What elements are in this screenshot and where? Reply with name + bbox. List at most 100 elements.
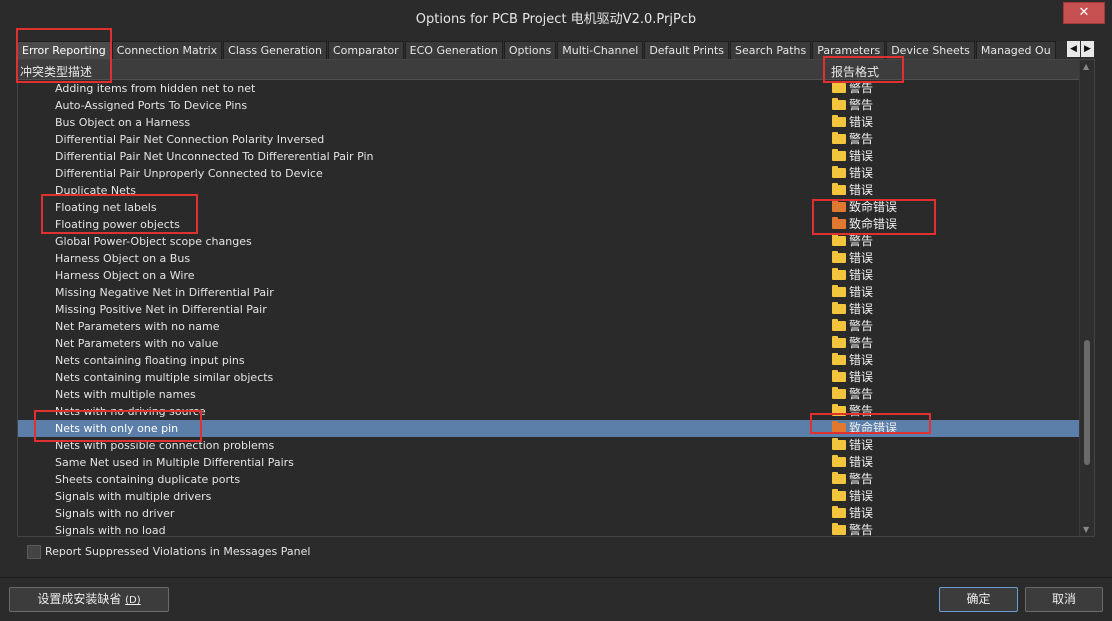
violation-name: Net Parameters with no value (55, 337, 219, 350)
table-row[interactable]: Global Power-Object scope changes 警告 (18, 233, 1080, 250)
table-row[interactable]: Missing Positive Net in Differential Pai… (18, 301, 1080, 318)
report-suppressed-checkbox[interactable] (27, 545, 41, 559)
report-mode-cell[interactable]: 错误 (832, 267, 873, 284)
report-mode-label: 警告 (849, 523, 874, 537)
folder-icon (832, 234, 846, 246)
column-header-violation-type[interactable]: 冲突类型描述 (20, 63, 92, 80)
table-row[interactable]: Signals with multiple drivers 错误 (18, 488, 1080, 505)
tab-class-generation[interactable]: Class Generation (223, 41, 327, 59)
report-mode-cell[interactable]: 错误 (832, 369, 873, 386)
report-mode-label: 警告 (849, 472, 874, 486)
scroll-down-icon[interactable]: ▼ (1083, 525, 1089, 534)
cancel-button[interactable]: 取消 (1025, 587, 1103, 612)
report-mode-cell[interactable]: 错误 (832, 284, 873, 301)
table-row[interactable]: Nets with no driving source 警告 (18, 403, 1080, 420)
report-mode-cell[interactable]: 致命错误 (832, 216, 897, 233)
report-mode-cell[interactable]: 警告 (832, 335, 873, 352)
tab-connection-matrix[interactable]: Connection Matrix (111, 41, 223, 59)
folder-icon (832, 251, 846, 263)
violation-name: Differential Pair Net Unconnected To Dif… (55, 150, 374, 163)
folder-icon (832, 217, 846, 229)
report-mode-label: 警告 (849, 81, 874, 95)
tab-scroll-right-button[interactable]: ▶ (1081, 41, 1094, 57)
folder-icon (832, 455, 846, 467)
report-mode-cell[interactable]: 警告 (832, 386, 873, 403)
table-row[interactable]: Differential Pair Net Unconnected To Dif… (18, 148, 1080, 165)
table-row[interactable]: Nets with possible connection problems 错误 (18, 437, 1080, 454)
table-row[interactable]: Harness Object on a Bus 错误 (18, 250, 1080, 267)
tab-managed-ou[interactable]: Managed Ou (975, 41, 1056, 59)
error-reporting-panel: 冲突类型描述 报告格式 Adding items from hidden net… (17, 59, 1095, 537)
table-row[interactable]: Net Parameters with no value 警告 (18, 335, 1080, 352)
folder-icon (832, 166, 846, 178)
report-mode-cell[interactable]: 错误 (832, 114, 873, 131)
violation-name: Signals with multiple drivers (55, 490, 212, 503)
violation-name: Bus Object on a Harness (55, 116, 191, 129)
tab-parameters[interactable]: Parameters (812, 41, 886, 59)
report-mode-cell[interactable]: 警告 (832, 471, 873, 488)
report-mode-cell[interactable]: 警告 (832, 80, 873, 97)
scroll-up-icon[interactable]: ▲ (1083, 62, 1089, 71)
folder-icon (832, 472, 846, 484)
table-row[interactable]: Adding items from hidden net to net 警告 (18, 80, 1080, 97)
table-row[interactable]: Sheets containing duplicate ports 警告 (18, 471, 1080, 488)
column-header-report-mode[interactable]: 报告格式 (831, 63, 879, 80)
tab-multi-channel[interactable]: Multi-Channel (557, 41, 644, 59)
table-row[interactable]: Differential Pair Net Connection Polarit… (18, 131, 1080, 148)
close-button[interactable]: ✕ (1063, 2, 1105, 24)
table-row[interactable]: Bus Object on a Harness 错误 (18, 114, 1080, 131)
report-mode-cell[interactable]: 错误 (832, 165, 873, 182)
report-mode-cell[interactable]: 错误 (832, 505, 873, 522)
set-default-button[interactable]: 设置成安装缺省 (D) (9, 587, 169, 612)
report-mode-cell[interactable]: 错误 (832, 250, 873, 267)
table-row[interactable]: Signals with no driver 错误 (18, 505, 1080, 522)
table-row[interactable]: Harness Object on a Wire 错误 (18, 267, 1080, 284)
table-row[interactable]: Signals with no load 警告 (18, 522, 1080, 537)
report-suppressed-label: Report Suppressed Violations in Messages… (45, 545, 311, 558)
report-mode-cell[interactable]: 错误 (832, 454, 873, 471)
table-row[interactable]: Missing Negative Net in Differential Pai… (18, 284, 1080, 301)
report-mode-cell[interactable]: 警告 (832, 522, 873, 537)
table-row[interactable]: Nets containing multiple similar objects… (18, 369, 1080, 386)
report-mode-cell[interactable]: 警告 (832, 97, 873, 114)
report-mode-cell[interactable]: 错误 (832, 488, 873, 505)
report-mode-cell[interactable]: 致命错误 (832, 420, 897, 437)
table-row[interactable]: Same Net used in Multiple Differential P… (18, 454, 1080, 471)
report-mode-cell[interactable]: 错误 (832, 301, 873, 318)
report-mode-cell[interactable]: 错误 (832, 148, 873, 165)
table-row[interactable]: Differential Pair Unproperly Connected t… (18, 165, 1080, 182)
report-mode-cell[interactable]: 警告 (832, 131, 873, 148)
report-mode-cell[interactable]: 警告 (832, 403, 873, 420)
violation-name: Differential Pair Net Connection Polarit… (55, 133, 325, 146)
tab-error-reporting[interactable]: Error Reporting (17, 41, 111, 59)
table-row[interactable]: Duplicate Nets 错误 (18, 182, 1080, 199)
table-row[interactable]: Nets with multiple names 警告 (18, 386, 1080, 403)
report-mode-cell[interactable]: 致命错误 (832, 199, 897, 216)
table-row[interactable]: Floating net labels 致命错误 (18, 199, 1080, 216)
table-row[interactable]: Floating power objects 致命错误 (18, 216, 1080, 233)
tab-eco-generation[interactable]: ECO Generation (404, 41, 503, 59)
tab-scroll-left-button[interactable]: ◀ (1067, 41, 1080, 57)
tab-comparator[interactable]: Comparator (327, 41, 404, 59)
scroll-thumb[interactable] (1084, 340, 1090, 465)
vertical-scrollbar[interactable]: ▲ ▼ (1079, 60, 1094, 536)
report-mode-cell[interactable]: 警告 (832, 318, 873, 335)
report-mode-label: 错误 (849, 115, 874, 129)
report-mode-label: 致命错误 (849, 421, 898, 435)
column-divider[interactable] (824, 60, 825, 80)
tab-default-prints[interactable]: Default Prints (644, 41, 730, 59)
ok-button[interactable]: 确定 (939, 587, 1018, 612)
table-row[interactable]: Nets with only one pin 致命错误 (18, 420, 1080, 437)
tab-device-sheets[interactable]: Device Sheets (886, 41, 975, 59)
report-mode-cell[interactable]: 错误 (832, 352, 873, 369)
report-mode-cell[interactable]: 错误 (832, 182, 873, 199)
tab-search-paths[interactable]: Search Paths (730, 41, 812, 59)
table-row[interactable]: Net Parameters with no name 警告 (18, 318, 1080, 335)
report-mode-cell[interactable]: 错误 (832, 437, 873, 454)
tab-strip: Error Reporting Connection Matrix Class Ge… (17, 41, 1095, 59)
table-row[interactable]: Nets containing floating input pins 错误 (18, 352, 1080, 369)
report-mode-cell[interactable]: 警告 (832, 233, 873, 250)
tab-options[interactable]: Options (503, 41, 557, 59)
report-mode-label: 错误 (849, 251, 874, 265)
table-row[interactable]: Auto-Assigned Ports To Device Pins 警告 (18, 97, 1080, 114)
